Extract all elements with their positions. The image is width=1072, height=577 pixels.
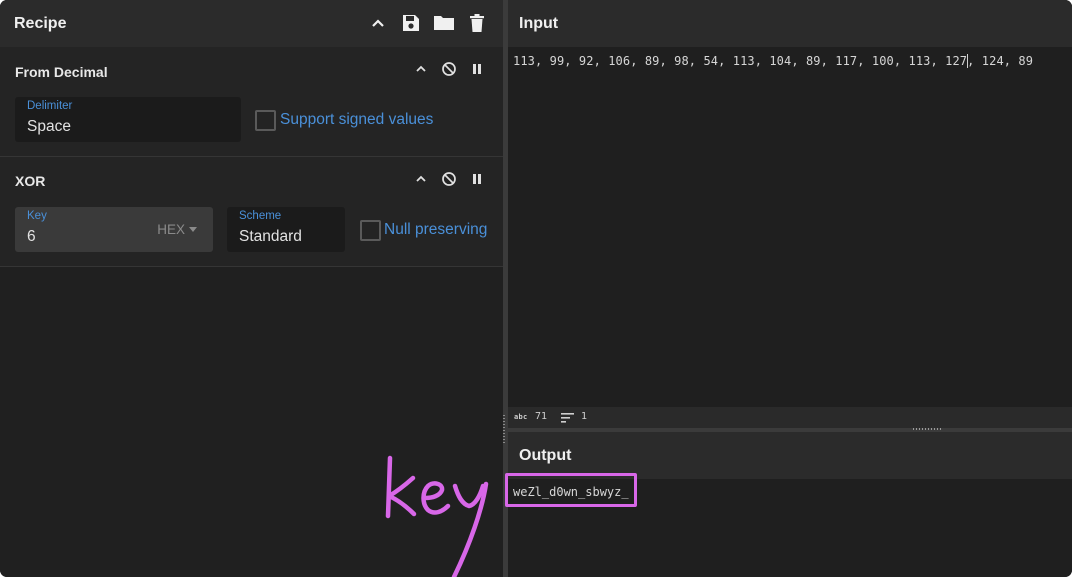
- caret-down-icon: [189, 226, 197, 232]
- disable-icon[interactable]: [439, 169, 459, 189]
- input-status-bar: abc 71 1: [508, 407, 1072, 428]
- disable-icon[interactable]: [439, 59, 459, 79]
- input-title: Input: [519, 14, 559, 32]
- save-icon[interactable]: [399, 11, 423, 35]
- chevron-up-icon[interactable]: [411, 59, 431, 79]
- output-header: Output: [508, 432, 1072, 479]
- output-title: Output: [519, 446, 572, 464]
- highlight-box: [505, 473, 637, 507]
- delimiter-value: Space: [27, 118, 71, 135]
- handwritten-key-annotation: [385, 455, 489, 577]
- scheme-label: Scheme: [239, 210, 282, 222]
- signed-values-checkbox[interactable]: [255, 110, 276, 131]
- delimiter-label: Delimiter: [27, 100, 73, 112]
- cyberchef-window: Recipe From Decimal Delimiter Space Supp…: [0, 0, 1072, 577]
- operation-from-decimal: From Decimal Delimiter Space Support sig…: [0, 47, 503, 157]
- input-header: Input: [508, 0, 1072, 47]
- input-panel: Input 113, 99, 92, 106, 89, 98, 54, 113,…: [508, 0, 1072, 407]
- scheme-field[interactable]: Scheme Standard: [227, 207, 345, 252]
- chevron-up-icon[interactable]: [411, 169, 431, 189]
- input-length: 71: [535, 411, 548, 422]
- chevron-up-icon[interactable]: [366, 11, 390, 35]
- folder-icon[interactable]: [432, 11, 456, 35]
- input-lines: 1: [581, 411, 588, 422]
- scheme-value: Standard: [239, 228, 302, 245]
- pause-icon[interactable]: [467, 59, 487, 79]
- null-preserving-checkbox[interactable]: [360, 220, 381, 241]
- recipe-title: Recipe: [14, 14, 67, 32]
- input-text: 113, 99, 92, 106, 89, 98, 54, 113, 104, …: [513, 54, 968, 68]
- operation-name: XOR: [15, 173, 46, 189]
- signed-values-label[interactable]: Support signed values: [280, 111, 433, 129]
- key-format-value: HEX: [157, 222, 185, 237]
- recipe-header: Recipe: [0, 0, 503, 47]
- key-format-dropdown[interactable]: HEX: [157, 222, 197, 237]
- key-value: 6: [27, 228, 36, 245]
- pause-icon[interactable]: [467, 169, 487, 189]
- lines-icon: [561, 413, 574, 423]
- operation-xor: XOR Key 6 HEX Scheme Standard Null prese…: [0, 157, 503, 267]
- delimiter-field[interactable]: Delimiter Space: [15, 97, 241, 142]
- key-label: Key: [27, 210, 47, 222]
- null-preserving-label[interactable]: Null preserving: [384, 221, 487, 239]
- input-text-tail: , 124, 89: [967, 54, 1034, 68]
- operation-name: From Decimal: [15, 64, 108, 80]
- resize-grip[interactable]: [503, 415, 505, 445]
- key-field[interactable]: Key 6 HEX: [15, 207, 213, 252]
- resize-grip[interactable]: [913, 428, 943, 430]
- length-icon: abc: [514, 413, 528, 421]
- input-textarea[interactable]: 113, 99, 92, 106, 89, 98, 54, 113, 104, …: [513, 54, 1033, 68]
- trash-icon[interactable]: [465, 11, 489, 35]
